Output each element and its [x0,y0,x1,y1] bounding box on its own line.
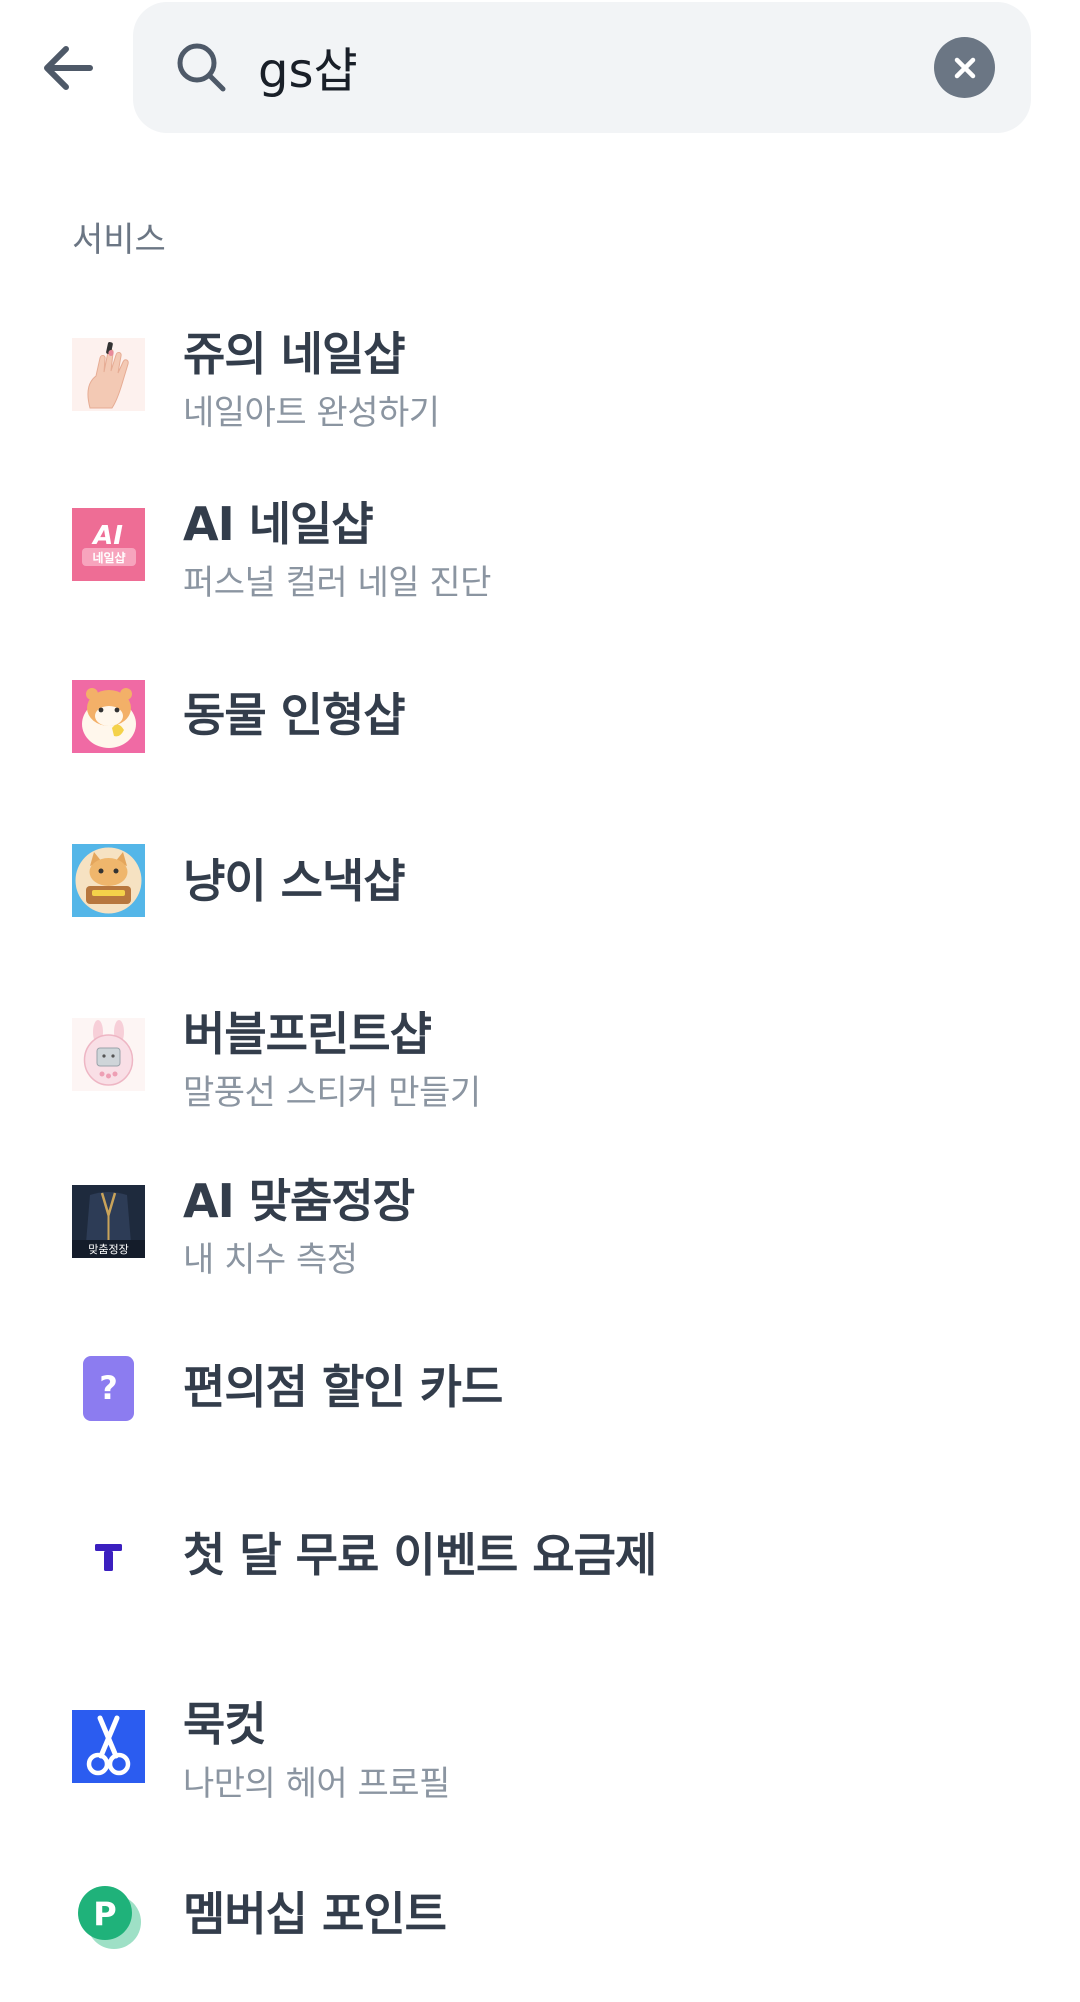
svg-text:P: P [93,1895,116,1933]
cat-snack-icon [72,844,145,917]
section-title-services: 서비스 [72,220,166,260]
result-item-6[interactable]: ? 편의점 할인 카드 [0,1312,1080,1462]
result-item-7[interactable]: 첫 달 무료 이벤트 요금제 [0,1480,1080,1630]
ai-nail-logo-icon: AI 네일샵 [72,508,145,581]
result-item-3[interactable]: 냥이 스낵샵 [0,806,1080,956]
t-logo-icon [72,1520,145,1593]
search-bar[interactable] [133,2,1031,133]
result-subtitle: 나만의 헤어 프로필 [183,1764,450,1804]
result-title: AI 네일샵 [183,497,374,551]
result-title: 편의점 할인 카드 [183,1360,503,1414]
result-subtitle: 네일아트 완성하기 [183,393,440,433]
result-item-4[interactable]: 버블프린트샵 말풍선 스티커 만들기 [0,980,1080,1130]
scissors-icon [72,1710,145,1783]
result-title: 버블프린트샵 [183,1007,432,1061]
result-title: AI 맞춤정장 [183,1174,415,1228]
result-item-0[interactable]: 쥬의 네일샵 네일아트 완성하기 [0,300,1080,450]
p-point-icon: P [72,1880,145,1953]
top-bar [0,0,1080,150]
result-subtitle: 말풍선 스티커 만들기 [183,1073,481,1113]
close-icon [954,57,975,78]
result-title: 냥이 스낵샵 [183,854,406,908]
result-item-9[interactable]: P 멤버십 포인트 [0,1852,1080,2002]
result-title: 쥬의 네일샵 [183,327,406,381]
result-subtitle: 내 치수 측정 [183,1240,358,1280]
back-button[interactable] [28,28,108,108]
result-title: 멤버십 포인트 [183,1887,447,1941]
result-item-8[interactable]: 묵컷 나만의 헤어 프로필 [0,1688,1080,1838]
icon-label: 네일샵 [92,550,125,565]
icon-label: 맞춤정장 [88,1243,128,1256]
result-item-2[interactable]: 동물 인형샵 [0,640,1080,790]
search-input[interactable] [258,26,898,106]
search-icon [177,43,226,92]
result-item-1[interactable]: AI 네일샵 AI 네일샵 퍼스널 컬러 네일 진단 [0,470,1080,620]
result-item-5[interactable]: 맞춤정장 AI 맞춤정장 내 치수 측정 [0,1150,1080,1300]
svg-text:AI: AI [91,521,123,551]
result-title: 동물 인형샵 [183,688,406,742]
question-card-icon: ? [72,1352,145,1425]
result-title: 첫 달 무료 이벤트 요금제 [183,1528,657,1582]
bunny-camera-icon [72,1018,145,1091]
clear-search-button[interactable] [934,37,995,98]
result-title: 묵컷 [183,1697,267,1751]
svg-text:?: ? [99,1369,118,1407]
back-arrow-icon [44,46,93,90]
suit-icon: 맞춤정장 [72,1185,145,1258]
result-subtitle: 퍼스널 컬러 네일 진단 [183,563,491,603]
hamster-icon [72,680,145,753]
nail-hand-icon [72,338,145,411]
